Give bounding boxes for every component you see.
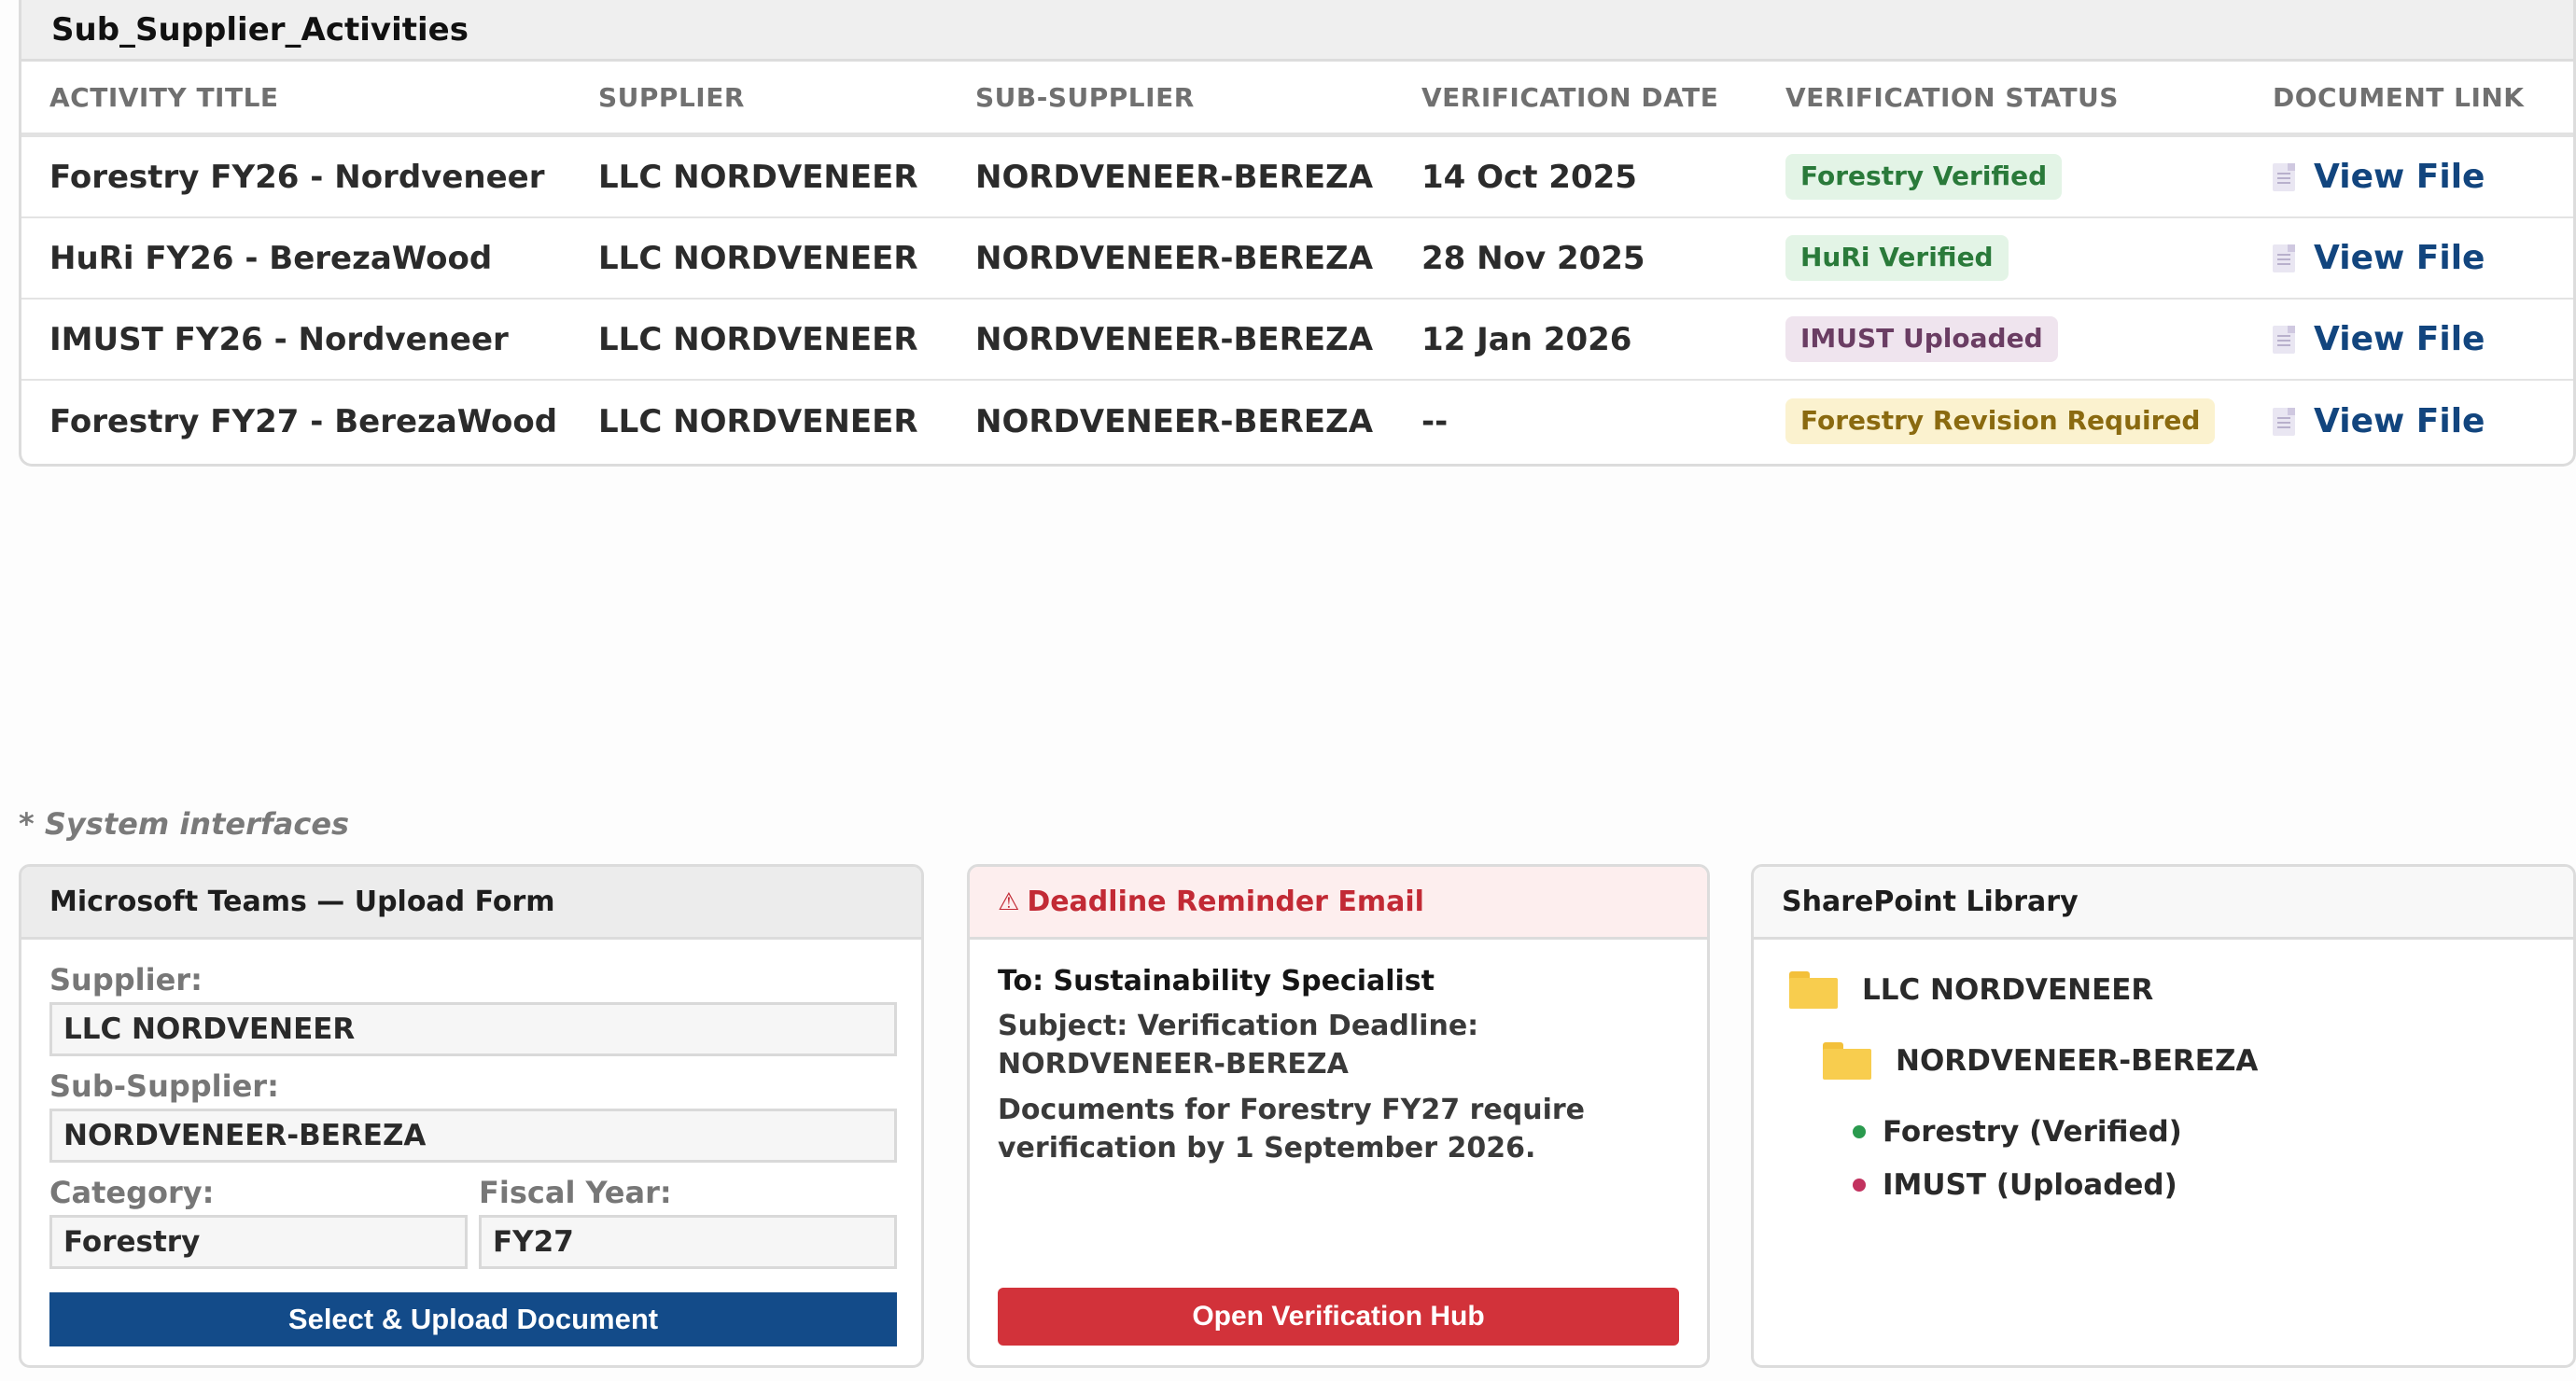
- sub-supplier-cell: NORDVENEER-BEREZA: [975, 239, 1374, 277]
- select-upload-document-button[interactable]: Select & Upload Document: [49, 1292, 897, 1346]
- system-interfaces-caption: * System interfaces: [19, 806, 350, 842]
- status-badge: HuRi Verified: [1785, 235, 2009, 281]
- header-sub-supplier: SUB-SUPPLIER: [975, 81, 1195, 113]
- verification-date-cell: 14 Oct 2025: [1421, 158, 1637, 196]
- supplier-cell: LLC NORDVENEER: [598, 239, 918, 277]
- view-file-link[interactable]: View File: [2273, 239, 2485, 277]
- supplier-field[interactable]: LLC NORDVENEER: [49, 1002, 897, 1056]
- table-row: IMUST FY26 - Nordveneer LLC NORDVENEER N…: [21, 300, 2573, 381]
- folder-icon: [1823, 1042, 1871, 1080]
- supplier-label: Supplier:: [49, 962, 203, 997]
- file-item-imust[interactable]: IMUST (Uploaded): [1853, 1168, 2177, 1202]
- activity-title-cell: Forestry FY27 - BerezaWood: [49, 402, 558, 440]
- activities-table: Sub_Supplier_Activities ACTIVITY TITLE S…: [19, 0, 2576, 467]
- header-verification-date: VERIFICATION DATE: [1421, 81, 1719, 113]
- fiscal-year-field[interactable]: FY27: [479, 1215, 897, 1269]
- status-dot: [1853, 1125, 1866, 1138]
- email-body: Documents for Forestry FY27 require veri…: [998, 1094, 1585, 1165]
- folder-nordveneer-bereza[interactable]: NORDVENEER-BEREZA: [1823, 1042, 2258, 1080]
- subfolder-label: NORDVENEER-BEREZA: [1896, 1044, 2259, 1078]
- category-label: Category:: [49, 1175, 215, 1210]
- sharepoint-library-card: SharePoint Library LLC NORDVENEER NORDVE…: [1751, 864, 2576, 1368]
- sub-supplier-cell: NORDVENEER-BEREZA: [975, 402, 1374, 440]
- folder-llc-nordveneer[interactable]: LLC NORDVENEER: [1789, 971, 2153, 1009]
- email-to: To: Sustainability Specialist: [998, 965, 1435, 997]
- sharepoint-card-title: SharePoint Library: [1754, 867, 2573, 940]
- warning-icon: ⚠: [998, 887, 1020, 916]
- view-file-link[interactable]: View File: [2273, 402, 2485, 440]
- activity-title-cell: HuRi FY26 - BerezaWood: [49, 239, 493, 277]
- status-dot: [1853, 1179, 1866, 1192]
- supplier-cell: LLC NORDVENEER: [598, 402, 918, 440]
- file-label: IMUST (Uploaded): [1883, 1168, 2177, 1202]
- table-row: Forestry FY27 - BerezaWood LLC NORDVENEE…: [21, 381, 2573, 462]
- category-field[interactable]: Forestry: [49, 1215, 468, 1269]
- sub-supplier-field[interactable]: NORDVENEER-BEREZA: [49, 1109, 897, 1163]
- verification-date-cell: --: [1421, 402, 1449, 440]
- status-badge: IMUST Uploaded: [1785, 316, 2058, 362]
- verification-date-cell: 28 Nov 2025: [1421, 239, 1645, 277]
- email-subject: Subject: Verification Deadline: NORDVENE…: [998, 1010, 1479, 1081]
- teams-upload-form-card: Microsoft Teams — Upload Form Supplier: …: [19, 864, 924, 1368]
- file-item-forestry[interactable]: Forestry (Verified): [1853, 1115, 2182, 1149]
- table-row: HuRi FY26 - BerezaWood LLC NORDVENEER NO…: [21, 218, 2573, 300]
- document-icon: [2273, 325, 2295, 354]
- table-row: Forestry FY26 - Nordveneer LLC NORDVENEE…: [21, 137, 2573, 218]
- view-file-link[interactable]: View File: [2273, 158, 2485, 196]
- deadline-reminder-email-card: ⚠ Deadline Reminder Email To: Sustainabi…: [967, 864, 1710, 1368]
- fiscal-year-label: Fiscal Year:: [479, 1175, 672, 1210]
- table-title-bar: Sub_Supplier_Activities: [21, 0, 2573, 62]
- folder-label: LLC NORDVENEER: [1862, 973, 2154, 1007]
- view-file-link[interactable]: View File: [2273, 320, 2485, 358]
- view-file-label: View File: [2314, 402, 2485, 440]
- activity-title-cell: Forestry FY26 - Nordveneer: [49, 158, 545, 196]
- table-title: Sub_Supplier_Activities: [51, 10, 469, 49]
- view-file-label: View File: [2314, 320, 2485, 358]
- document-icon: [2273, 162, 2295, 191]
- verification-date-cell: 12 Jan 2026: [1421, 320, 1632, 358]
- header-activity-title: ACTIVITY TITLE: [49, 81, 279, 113]
- document-icon: [2273, 407, 2295, 436]
- open-verification-hub-button[interactable]: Open Verification Hub: [998, 1288, 1679, 1346]
- supplier-cell: LLC NORDVENEER: [598, 320, 918, 358]
- sub-supplier-cell: NORDVENEER-BEREZA: [975, 320, 1374, 358]
- supplier-cell: LLC NORDVENEER: [598, 158, 918, 196]
- document-icon: [2273, 244, 2295, 272]
- status-badge: Forestry Verified: [1785, 154, 2063, 200]
- header-document-link: DOCUMENT LINK: [2273, 81, 2525, 113]
- file-label: Forestry (Verified): [1883, 1115, 2182, 1149]
- email-title-text: Deadline Reminder Email: [1027, 886, 1424, 918]
- sub-supplier-label: Sub-Supplier:: [49, 1068, 279, 1104]
- sub-supplier-cell: NORDVENEER-BEREZA: [975, 158, 1374, 196]
- activity-title-cell: IMUST FY26 - Nordveneer: [49, 320, 509, 358]
- header-supplier: SUPPLIER: [598, 81, 745, 113]
- status-badge: Forestry Revision Required: [1785, 398, 2216, 444]
- view-file-label: View File: [2314, 239, 2485, 277]
- folder-icon: [1789, 971, 1838, 1009]
- header-verification-status: VERIFICATION STATUS: [1785, 81, 2119, 113]
- table-header-row: ACTIVITY TITLE SUPPLIER SUB-SUPPLIER VER…: [21, 62, 2573, 137]
- view-file-label: View File: [2314, 158, 2485, 196]
- teams-card-title: Microsoft Teams — Upload Form: [21, 867, 921, 940]
- email-card-title: ⚠ Deadline Reminder Email: [970, 867, 1707, 940]
